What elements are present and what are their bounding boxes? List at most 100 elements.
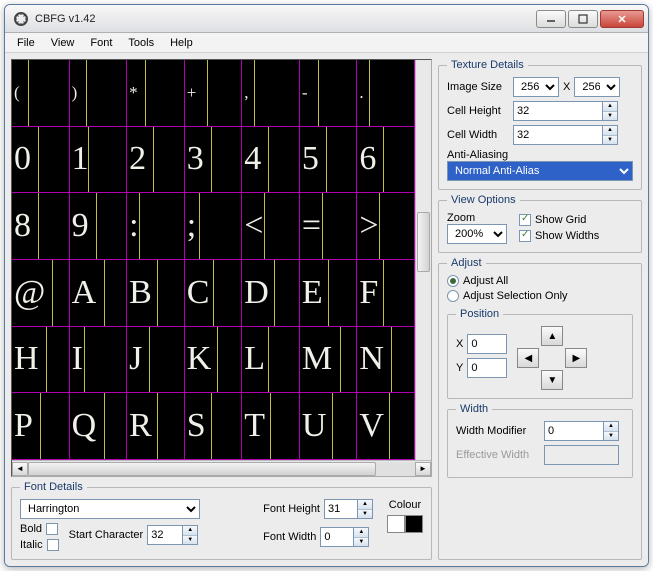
cell-width-spinner[interactable]: ▲▼ xyxy=(603,125,618,145)
font-width-spinner[interactable]: ▲▼ xyxy=(354,527,369,547)
arrow-down-button[interactable]: ▼ xyxy=(541,370,563,390)
glyph-cell[interactable]: 6 xyxy=(357,127,415,194)
preview-hscrollbar[interactable]: ◄► xyxy=(12,460,431,476)
glyph-cell[interactable]: B xyxy=(127,260,185,327)
anti-aliasing-select[interactable]: Normal Anti-Alias xyxy=(447,161,633,181)
glyph-cell[interactable]: @ xyxy=(12,260,70,327)
glyph-cell[interactable]: ) xyxy=(70,60,128,127)
glyph-cell[interactable]: ( xyxy=(12,60,70,127)
zoom-select[interactable]: 200% xyxy=(447,224,507,244)
glyph-cell[interactable]: < xyxy=(242,193,300,260)
italic-checkbox[interactable] xyxy=(47,539,59,551)
width-group: Width Width Modifier ▲▼ Effective Width xyxy=(447,403,633,478)
glyph-preview[interactable]: ()*+,-. 0123456 89:;<=> @ABCDEF HIJKLMN PQRST… xyxy=(12,60,415,460)
arrow-right-button[interactable]: ▶ xyxy=(565,348,587,368)
x-separator: X xyxy=(563,81,570,93)
font-details-legend: Font Details xyxy=(20,481,87,493)
glyph-cell[interactable]: 1 xyxy=(70,127,128,194)
glyph-cell[interactable]: H xyxy=(12,327,70,394)
glyph-cell[interactable]: Q xyxy=(70,393,128,460)
position-arrowpad: ▲ ◀ ▶ ▼ xyxy=(517,326,587,390)
glyph-cell[interactable]: M xyxy=(300,327,358,394)
preview-vscrollbar[interactable] xyxy=(415,60,431,460)
glyph-cell[interactable]: 4 xyxy=(242,127,300,194)
cell-height-input[interactable] xyxy=(513,101,603,121)
image-height-select[interactable]: 256 xyxy=(574,77,620,97)
pos-x-input[interactable] xyxy=(467,334,507,354)
glyph-cell[interactable]: 8 xyxy=(12,193,70,260)
glyph-cell[interactable]: F xyxy=(357,260,415,327)
glyph-cell[interactable]: P xyxy=(12,393,70,460)
show-grid-checkbox[interactable]: ✓ xyxy=(519,214,531,226)
width-modifier-label: Width Modifier xyxy=(456,425,540,437)
glyph-cell[interactable]: , xyxy=(242,60,300,127)
width-modifier-spinner[interactable]: ▲▼ xyxy=(604,421,619,441)
window-title: CBFG v1.42 xyxy=(35,13,536,25)
glyph-cell[interactable]: L xyxy=(242,327,300,394)
start-char-spinner[interactable]: ▲▼ xyxy=(183,525,198,545)
show-widths-checkbox[interactable]: ✓ xyxy=(519,230,531,242)
width-modifier-input[interactable] xyxy=(544,421,604,441)
glyph-cell[interactable]: = xyxy=(300,193,358,260)
glyph-preview-wrap: ()*+,-. 0123456 89:;<=> @ABCDEF HIJKLMN PQRST… xyxy=(11,59,432,477)
glyph-cell[interactable]: > xyxy=(357,193,415,260)
glyph-cell[interactable]: + xyxy=(185,60,243,127)
adjust-legend: Adjust xyxy=(447,257,486,269)
menu-help[interactable]: Help xyxy=(162,35,201,51)
glyph-cell[interactable]: N xyxy=(357,327,415,394)
glyph-cell[interactable]: R xyxy=(127,393,185,460)
minimize-button[interactable] xyxy=(536,10,566,28)
bold-checkbox[interactable] xyxy=(46,523,58,535)
glyph-cell[interactable]: I xyxy=(70,327,128,394)
show-widths-label: Show Widths xyxy=(535,230,599,242)
maximize-button[interactable] xyxy=(568,10,598,28)
app-icon xyxy=(13,11,29,27)
glyph-cell[interactable]: . xyxy=(357,60,415,127)
view-options-group: View Options Zoom 200% ✓ Show Grid ✓ Sho… xyxy=(438,194,642,253)
glyph-cell[interactable]: S xyxy=(185,393,243,460)
glyph-cell[interactable]: U xyxy=(300,393,358,460)
glyph-cell[interactable]: V xyxy=(357,393,415,460)
titlebar[interactable]: CBFG v1.42 xyxy=(5,5,648,33)
arrow-left-button[interactable]: ◀ xyxy=(517,348,539,368)
glyph-cell[interactable]: - xyxy=(300,60,358,127)
italic-label: Italic xyxy=(20,539,43,551)
cell-height-spinner[interactable]: ▲▼ xyxy=(603,101,618,121)
glyph-cell[interactable]: : xyxy=(127,193,185,260)
glyph-cell[interactable]: 9 xyxy=(70,193,128,260)
fg-colour-swatch[interactable] xyxy=(387,515,405,533)
menu-file[interactable]: File xyxy=(9,35,43,51)
glyph-cell[interactable]: 2 xyxy=(127,127,185,194)
font-height-spinner[interactable]: ▲▼ xyxy=(358,499,373,519)
menu-view[interactable]: View xyxy=(43,35,83,51)
menu-tools[interactable]: Tools xyxy=(120,35,162,51)
close-button[interactable] xyxy=(600,10,644,28)
glyph-cell[interactable]: D xyxy=(242,260,300,327)
glyph-cell[interactable]: 0 xyxy=(12,127,70,194)
bg-colour-swatch[interactable] xyxy=(405,515,423,533)
position-legend: Position xyxy=(456,308,503,320)
glyph-cell[interactable]: C xyxy=(185,260,243,327)
start-char-input[interactable] xyxy=(147,525,183,545)
glyph-cell[interactable]: * xyxy=(127,60,185,127)
image-width-select[interactable]: 256 xyxy=(513,77,559,97)
glyph-cell[interactable]: T xyxy=(242,393,300,460)
glyph-cell[interactable]: 5 xyxy=(300,127,358,194)
glyph-cell[interactable]: 3 xyxy=(185,127,243,194)
cell-width-input[interactable] xyxy=(513,125,603,145)
pos-y-input[interactable] xyxy=(467,358,507,378)
font-height-input[interactable] xyxy=(324,499,358,519)
font-name-select[interactable]: Harrington xyxy=(20,499,200,519)
glyph-cell[interactable]: A xyxy=(70,260,128,327)
glyph-cell[interactable]: J xyxy=(127,327,185,394)
glyph-cell[interactable]: K xyxy=(185,327,243,394)
position-group: Position X Y ▲ ◀▶ ▼ xyxy=(447,308,633,399)
menu-font[interactable]: Font xyxy=(82,35,120,51)
font-width-input[interactable] xyxy=(320,527,354,547)
show-grid-label: Show Grid xyxy=(535,214,586,226)
adjust-selection-radio[interactable] xyxy=(447,290,459,302)
glyph-cell[interactable]: ; xyxy=(185,193,243,260)
adjust-all-radio[interactable] xyxy=(447,275,459,287)
glyph-cell[interactable]: E xyxy=(300,260,358,327)
arrow-up-button[interactable]: ▲ xyxy=(541,326,563,346)
